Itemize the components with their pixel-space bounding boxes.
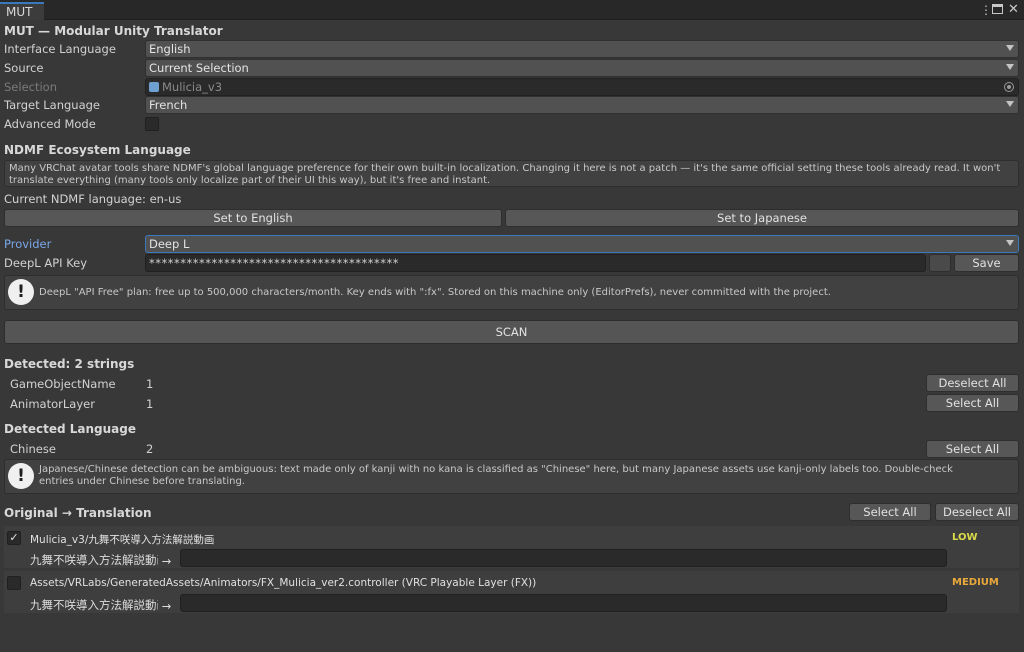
window-titlebar: MUT ⋮ ✕ <box>0 0 1024 20</box>
deselect-all-gameobjectname-button[interactable]: Deselect All <box>926 374 1019 392</box>
gameobject-icon <box>149 82 159 92</box>
interface-language-value: English <box>149 42 191 56</box>
detected-row-gameobjectname: GameObjectName 1 Deselect All <box>0 374 1024 393</box>
advanced-mode-checkbox[interactable] <box>145 117 159 131</box>
select-all-chinese-button[interactable]: Select All <box>926 440 1019 458</box>
ndmf-current-language: Current NDMF language: en-us <box>4 192 182 206</box>
target-language-dropdown[interactable]: French <box>145 96 1019 114</box>
show-key-toggle[interactable] <box>929 254 951 272</box>
ndmf-help-box: Many VRChat avatar tools share NDMF's gl… <box>4 160 1019 187</box>
target-language-row: Target Language French <box>0 96 1024 115</box>
api-key-input[interactable]: **************************************** <box>145 254 926 272</box>
target-language-value: French <box>149 98 188 112</box>
detected-language-row-chinese: Chinese 2 Select All <box>0 440 1024 459</box>
entry-checkbox[interactable] <box>7 576 21 590</box>
interface-language-row: Interface Language English <box>0 40 1024 59</box>
save-key-button[interactable]: Save <box>954 254 1019 272</box>
provider-value: Deep L <box>149 237 190 251</box>
detected-title: Detected: 2 strings <box>4 357 135 371</box>
entry-original-text: 九舞不咲導入方法解説動画 → <box>30 553 172 568</box>
deselect-all-translation-button[interactable]: Deselect All <box>935 503 1019 521</box>
kebab-icon[interactable]: ⋮ <box>980 3 992 17</box>
detected-row-name: GameObjectName <box>10 377 116 391</box>
detected-row-animatorlayer: AnimatorLayer 1 Select All <box>0 394 1024 413</box>
provider-dropdown[interactable]: Deep L <box>145 235 1019 253</box>
window-tab-mut[interactable]: MUT <box>0 2 44 20</box>
set-japanese-button[interactable]: Set to Japanese <box>505 209 1019 227</box>
detected-language-name: Chinese <box>10 442 56 456</box>
scan-button[interactable]: SCAN <box>4 320 1019 344</box>
ndmf-section-title: NDMF Ecosystem Language <box>4 143 191 157</box>
chevron-down-icon <box>1006 101 1014 107</box>
detected-row-count: 1 <box>146 397 154 411</box>
provider-label: Provider <box>4 237 52 251</box>
select-all-animatorlayer-button[interactable]: Select All <box>926 394 1019 412</box>
set-english-button[interactable]: Set to English <box>4 209 502 227</box>
provider-row: Provider Deep L <box>0 235 1024 254</box>
translation-entry: Assets/VRLabs/GeneratedAssets/Animators/… <box>4 571 1019 613</box>
deepl-help-text: DeepL "API Free" plan: free up to 500,00… <box>39 287 831 298</box>
maximize-icon[interactable] <box>992 4 1003 14</box>
interface-language-dropdown[interactable]: English <box>145 40 1019 58</box>
detected-language-title: Detected Language <box>4 422 136 436</box>
chevron-down-icon <box>1006 240 1014 246</box>
detected-row-count: 1 <box>146 377 154 391</box>
select-all-translation-button[interactable]: Select All <box>849 503 931 521</box>
chevron-down-icon <box>1006 45 1014 51</box>
entry-path: Mulicia_v3/九舞不咲導入方法解説動画 <box>30 534 215 546</box>
chevron-down-icon <box>1006 64 1014 70</box>
advanced-mode-label: Advanced Mode <box>4 117 96 131</box>
page-title: MUT — Modular Unity Translator <box>4 24 223 38</box>
confidence-badge: LOW <box>952 532 978 543</box>
api-key-row: DeepL API Key **************************… <box>0 254 1024 273</box>
api-key-label: DeepL API Key <box>4 256 88 270</box>
translation-entry: ✓ Mulicia_v3/九舞不咲導入方法解説動画 LOW 九舞不咲導入方法解説… <box>4 526 1019 568</box>
target-language-label: Target Language <box>4 98 100 112</box>
selection-label: Selection <box>4 80 57 94</box>
tab-label: MUT <box>6 5 33 19</box>
selection-object-field: Mulicia_v3 <box>145 78 1019 96</box>
advanced-mode-row: Advanced Mode <box>0 115 1024 134</box>
detected-row-name: AnimatorLayer <box>10 397 95 411</box>
translation-input[interactable] <box>180 549 947 567</box>
info-icon: ! <box>8 463 34 489</box>
translation-title: Original → Translation <box>4 506 152 520</box>
entry-path: Assets/VRLabs/GeneratedAssets/Animators/… <box>30 577 537 589</box>
close-icon[interactable]: ✕ <box>1008 3 1019 17</box>
confidence-badge: MEDIUM <box>952 577 999 588</box>
source-row: Source Current Selection <box>0 59 1024 78</box>
selection-value: Mulicia_v3 <box>162 80 223 94</box>
detection-help-box: ! Japanese/Chinese detection can be ambi… <box>4 459 1019 494</box>
source-dropdown[interactable]: Current Selection <box>145 59 1019 77</box>
deepl-help-box: ! DeepL "API Free" plan: free up to 500,… <box>4 275 1019 310</box>
translation-input[interactable] <box>180 594 947 612</box>
entry-checkbox[interactable]: ✓ <box>7 531 21 545</box>
detected-language-count: 2 <box>146 442 154 456</box>
ndmf-help-text: Many VRChat avatar tools share NDMF's gl… <box>9 163 1001 186</box>
selection-row: Selection Mulicia_v3 <box>0 78 1024 97</box>
info-icon: ! <box>8 279 34 305</box>
entry-original-text: 九舞不咲導入方法解説動画 → <box>30 598 172 613</box>
source-value: Current Selection <box>149 61 249 75</box>
interface-language-label: Interface Language <box>4 42 116 56</box>
object-picker-icon <box>1004 82 1014 92</box>
detection-help-text: Japanese/Chinese detection can be ambigu… <box>39 464 953 487</box>
source-label: Source <box>4 61 44 75</box>
